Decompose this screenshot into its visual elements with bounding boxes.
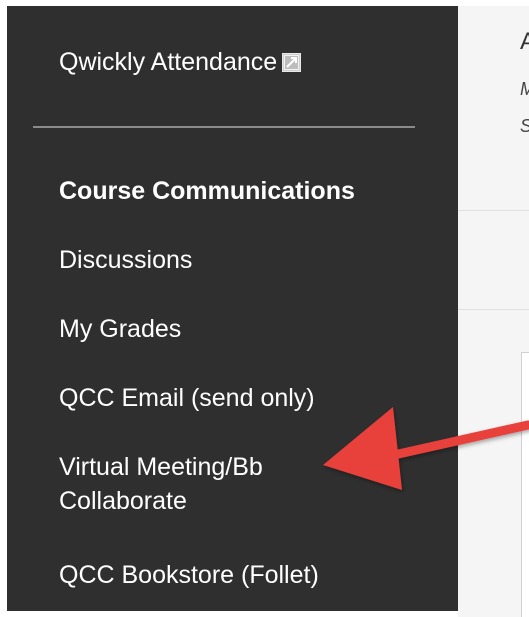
page-title: A bbox=[520, 28, 529, 55]
sidebar-item-qcc-email[interactable]: QCC Email (send only) bbox=[59, 381, 315, 415]
sidebar-item-virtual-meeting[interactable]: Virtual Meeting/Bb Collaborate bbox=[59, 450, 263, 518]
sidebar-item-qcc-bookstore[interactable]: QCC Bookstore (Follet) bbox=[59, 558, 319, 592]
sidebar-item-qwickly-attendance[interactable]: Qwickly Attendance bbox=[59, 45, 302, 79]
content-divider-1 bbox=[458, 210, 529, 211]
sidebar-divider bbox=[33, 126, 415, 128]
sidebar-item-label: Qwickly Attendance bbox=[59, 48, 278, 76]
sidebar-item-my-grades[interactable]: My Grades bbox=[59, 312, 181, 346]
page-description-line-2: S bbox=[520, 116, 529, 137]
page-description-line-1: M bbox=[520, 79, 529, 100]
course-menu-sidebar: Qwickly Attendance Course Communications… bbox=[7, 6, 458, 611]
content-panel bbox=[521, 352, 529, 617]
main-content-area: A M S bbox=[458, 6, 529, 617]
sidebar-section-heading: Course Communications bbox=[59, 177, 355, 205]
content-divider-2 bbox=[458, 309, 529, 310]
sidebar-item-label-line2: Collaborate bbox=[59, 487, 187, 515]
sidebar-item-label: Virtual Meeting/Bb bbox=[59, 453, 263, 481]
screenshot-frame: Qwickly Attendance Course Communications… bbox=[0, 0, 529, 617]
sidebar-item-discussions[interactable]: Discussions bbox=[59, 243, 192, 277]
external-link-icon bbox=[282, 53, 302, 72]
